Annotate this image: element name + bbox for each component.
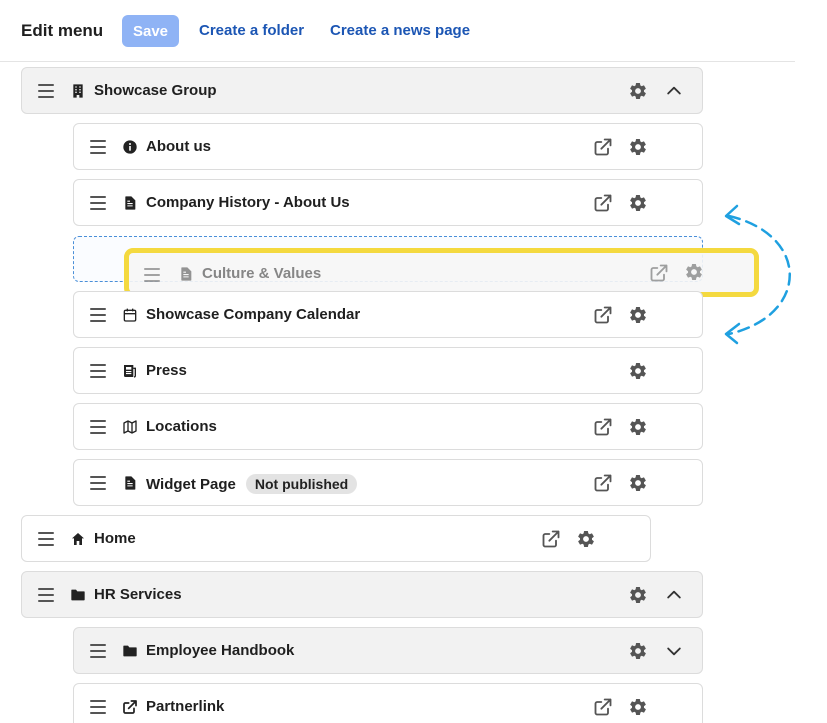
chevron-up-icon[interactable] (664, 585, 684, 605)
gear-icon[interactable] (576, 529, 596, 549)
drag-handle-icon[interactable] (90, 364, 106, 378)
menu-item-label: Locations (146, 418, 217, 435)
drag-handle-icon[interactable] (38, 84, 54, 98)
external-link-icon (122, 699, 138, 715)
menu-item-locations[interactable]: Locations (73, 403, 703, 450)
drag-handle-icon[interactable] (90, 420, 106, 434)
create-news-page-link[interactable]: Create a news page (330, 22, 470, 39)
menu-item-widget-page[interactable]: Widget Page Not published (73, 459, 703, 506)
drag-handle-icon[interactable] (90, 476, 106, 490)
external-link-icon[interactable] (593, 137, 613, 157)
menu-item-press[interactable]: Press (73, 347, 703, 394)
external-link-icon[interactable] (593, 473, 613, 493)
gear-icon[interactable] (628, 473, 648, 493)
calendar-icon (122, 307, 138, 323)
drag-handle-icon[interactable] (90, 308, 106, 322)
map-icon (122, 419, 138, 435)
menu-item-label: Home (94, 530, 136, 547)
drag-handle-icon[interactable] (38, 532, 54, 546)
gear-icon[interactable] (628, 361, 648, 381)
gear-icon[interactable] (628, 193, 648, 213)
drag-handle-icon[interactable] (90, 644, 106, 658)
document-icon (178, 266, 194, 282)
gear-icon[interactable] (684, 262, 704, 282)
menu-item-label: Showcase Company Calendar (146, 306, 361, 323)
menu-item-partnerlink[interactable]: Partnerlink (73, 683, 703, 723)
menu-group-employee-handbook[interactable]: Employee Handbook (73, 627, 703, 674)
menu-item-label-text: Widget Page (146, 476, 236, 493)
status-badge: Not published (245, 474, 358, 494)
menu-item-company-history[interactable]: Company History - About Us (73, 179, 703, 226)
gear-icon[interactable] (628, 641, 648, 661)
document-icon (122, 195, 138, 211)
drag-handle-icon[interactable] (90, 700, 106, 714)
menu-item-label: Showcase Group (94, 82, 217, 99)
gear-icon[interactable] (628, 417, 648, 437)
info-icon (122, 139, 138, 155)
menu-item-label: Culture & Values (202, 265, 322, 282)
external-link-icon[interactable] (541, 529, 561, 549)
dragged-menu-item[interactable]: Culture & Values (127, 251, 755, 296)
menu-item-calendar[interactable]: Showcase Company Calendar (73, 291, 703, 338)
menu-item-label: Press (146, 362, 187, 379)
gear-icon[interactable] (628, 137, 648, 157)
page-title: Edit menu (21, 21, 104, 40)
gear-icon[interactable] (628, 697, 648, 717)
menu-item-label: Partnerlink (146, 698, 225, 715)
chevron-down-icon[interactable] (664, 641, 684, 661)
drag-handle-icon[interactable] (90, 196, 106, 210)
external-link-icon[interactable] (649, 263, 669, 283)
gear-icon[interactable] (628, 585, 648, 605)
folder-icon (70, 587, 86, 603)
editor-toolbar: Edit menu Save Create a folder Create a … (0, 0, 795, 62)
menu-item-label: Widget Page Not published (146, 474, 358, 494)
drag-handle-icon[interactable] (38, 588, 54, 602)
external-link-icon[interactable] (593, 305, 613, 325)
folder-icon (122, 643, 138, 659)
external-link-icon[interactable] (593, 193, 613, 213)
external-link-icon[interactable] (593, 697, 613, 717)
drag-handle-icon[interactable] (144, 268, 160, 282)
building-icon (70, 83, 86, 99)
home-icon (70, 531, 86, 547)
drag-handle-icon[interactable] (90, 140, 106, 154)
create-folder-link[interactable]: Create a folder (199, 22, 304, 39)
menu-item-label: Company History - About Us (146, 194, 350, 211)
menu-group-hr-services[interactable]: HR Services (21, 571, 703, 618)
gear-icon[interactable] (628, 81, 648, 101)
gear-icon[interactable] (628, 305, 648, 325)
newspaper-icon (122, 363, 138, 379)
menu-item-label: Employee Handbook (146, 642, 295, 659)
chevron-up-icon[interactable] (664, 81, 684, 101)
document-icon (122, 475, 138, 491)
reorder-arrow-icon (724, 204, 791, 345)
menu-item-home[interactable]: Home (21, 515, 651, 562)
menu-item-label: About us (146, 138, 211, 155)
external-link-icon[interactable] (593, 417, 613, 437)
menu-group-showcase[interactable]: Showcase Group (21, 67, 703, 114)
save-button[interactable]: Save (122, 15, 179, 47)
menu-item-label: HR Services (94, 586, 182, 603)
menu-item-about-us[interactable]: About us (73, 123, 703, 170)
